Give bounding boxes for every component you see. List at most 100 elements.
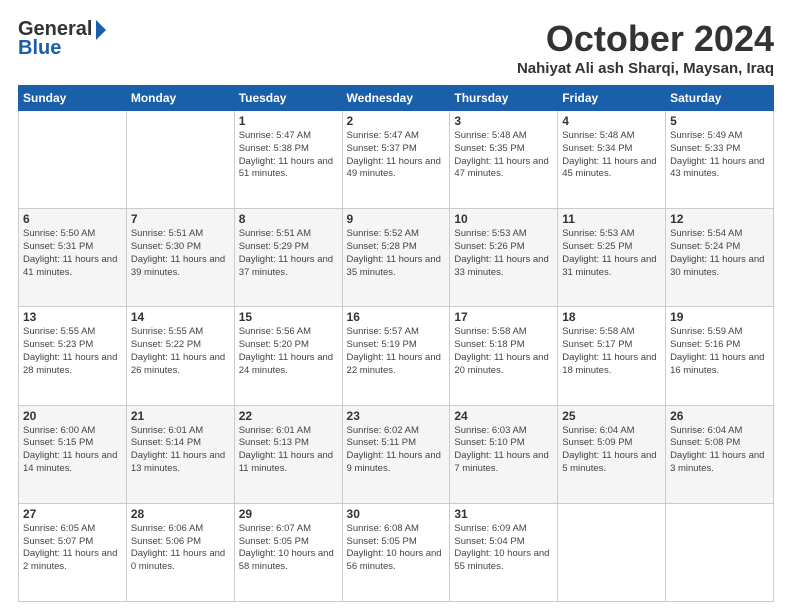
logo-arrow-icon: [96, 20, 106, 40]
day-number: 30: [347, 507, 446, 521]
col-wednesday: Wednesday: [342, 86, 450, 111]
cell-info: Sunrise: 6:04 AMSunset: 5:09 PMDaylight:…: [562, 425, 661, 476]
cell-info: Sunrise: 6:07 AMSunset: 5:05 PMDaylight:…: [239, 523, 338, 574]
calendar-cell: 21 Sunrise: 6:01 AMSunset: 5:14 PMDayligh…: [126, 405, 234, 503]
cell-info: Sunrise: 6:01 AMSunset: 5:13 PMDaylight:…: [239, 425, 338, 476]
cell-info: Sunrise: 5:58 AMSunset: 5:18 PMDaylight:…: [454, 326, 553, 377]
calendar-cell: 24 Sunrise: 6:03 AMSunset: 5:10 PMDayligh…: [450, 405, 558, 503]
calendar-cell: 16 Sunrise: 5:57 AMSunset: 5:19 PMDayligh…: [342, 307, 450, 405]
calendar-cell: 2Sunrise: 5:47 AMSunset: 5:37 PMDaylight…: [342, 111, 450, 209]
cell-info: Sunrise: 5:55 AMSunset: 5:22 PMDaylight:…: [131, 326, 230, 377]
calendar-cell: [19, 111, 127, 209]
logo: General Blue: [18, 18, 106, 60]
day-number: 21: [131, 409, 230, 423]
calendar-cell: 10 Sunrise: 5:53 AMSunset: 5:26 PMDayligh…: [450, 209, 558, 307]
calendar-cell: 4 Sunrise: 5:48 AMSunset: 5:34 PMDaylight…: [558, 111, 666, 209]
cell-info: Sunrise: 6:05 AMSunset: 5:07 PMDaylight:…: [23, 523, 122, 574]
cell-info: Sunrise: 6:01 AMSunset: 5:14 PMDaylight:…: [131, 425, 230, 476]
cell-info: Sunrise: 5:50 AMSunset: 5:31 PMDaylight:…: [23, 228, 122, 279]
cell-info: Sunrise: 6:02 AMSunset: 5:11 PMDaylight:…: [347, 425, 446, 476]
cell-info: Sunrise: 5:48 AMSunset: 5:34 PMDaylight:…: [562, 130, 661, 181]
calendar-cell: 12 Sunrise: 5:54 AMSunset: 5:24 PMDayligh…: [666, 209, 774, 307]
calendar-cell: 18Sunrise: 5:58 AMSunset: 5:17 PMDayligh…: [558, 307, 666, 405]
day-number: 4: [562, 114, 661, 128]
calendar-row-3: 13 Sunrise: 5:55 AMSunset: 5:23 PMDayligh…: [19, 307, 774, 405]
calendar-header-row: Sunday Monday Tuesday Wednesday Thursday…: [19, 86, 774, 111]
calendar-row-1: 1 Sunrise: 5:47 AMSunset: 5:38 PMDaylight…: [19, 111, 774, 209]
col-monday: Monday: [126, 86, 234, 111]
cell-info: Sunrise: 6:03 AMSunset: 5:10 PMDaylight:…: [454, 425, 553, 476]
calendar-cell: 3 Sunrise: 5:48 AMSunset: 5:35 PMDaylight…: [450, 111, 558, 209]
day-number: 8: [239, 212, 338, 226]
col-thursday: Thursday: [450, 86, 558, 111]
cell-info: Sunrise: 5:51 AMSunset: 5:29 PMDaylight:…: [239, 228, 338, 279]
cell-info: Sunrise: 6:06 AMSunset: 5:06 PMDaylight:…: [131, 523, 230, 574]
day-number: 3: [454, 114, 553, 128]
day-number: 28: [131, 507, 230, 521]
calendar-cell: 25Sunrise: 6:04 AMSunset: 5:09 PMDayligh…: [558, 405, 666, 503]
calendar-row-4: 20 Sunrise: 6:00 AMSunset: 5:15 PMDayligh…: [19, 405, 774, 503]
day-number: 12: [670, 212, 769, 226]
calendar-cell: 26 Sunrise: 6:04 AMSunset: 5:08 PMDayligh…: [666, 405, 774, 503]
calendar-cell: 17 Sunrise: 5:58 AMSunset: 5:18 PMDayligh…: [450, 307, 558, 405]
cell-info: Sunrise: 5:57 AMSunset: 5:19 PMDaylight:…: [347, 326, 446, 377]
logo-blue: Blue: [18, 37, 61, 60]
day-number: 17: [454, 310, 553, 324]
day-number: 27: [23, 507, 122, 521]
col-tuesday: Tuesday: [234, 86, 342, 111]
month-title: October 2024: [517, 18, 774, 60]
calendar-cell: 29Sunrise: 6:07 AMSunset: 5:05 PMDayligh…: [234, 503, 342, 601]
calendar-cell: 23 Sunrise: 6:02 AMSunset: 5:11 PMDayligh…: [342, 405, 450, 503]
col-saturday: Saturday: [666, 86, 774, 111]
day-number: 10: [454, 212, 553, 226]
location-title: Nahiyat Ali ash Sharqi, Maysan, Iraq: [517, 60, 774, 77]
cell-info: Sunrise: 5:54 AMSunset: 5:24 PMDaylight:…: [670, 228, 769, 279]
day-number: 31: [454, 507, 553, 521]
calendar-cell: 31 Sunrise: 6:09 AMSunset: 5:04 PMDayligh…: [450, 503, 558, 601]
day-number: 1: [239, 114, 338, 128]
cell-info: Sunrise: 6:04 AMSunset: 5:08 PMDaylight:…: [670, 425, 769, 476]
calendar-cell: 7Sunrise: 5:51 AMSunset: 5:30 PMDaylight…: [126, 209, 234, 307]
cell-info: Sunrise: 6:00 AMSunset: 5:15 PMDaylight:…: [23, 425, 122, 476]
calendar-cell: 19 Sunrise: 5:59 AMSunset: 5:16 PMDayligh…: [666, 307, 774, 405]
cell-info: Sunrise: 5:59 AMSunset: 5:16 PMDaylight:…: [670, 326, 769, 377]
calendar-cell: 20 Sunrise: 6:00 AMSunset: 5:15 PMDayligh…: [19, 405, 127, 503]
cell-info: Sunrise: 5:53 AMSunset: 5:25 PMDaylight:…: [562, 228, 661, 279]
calendar-cell: 14 Sunrise: 5:55 AMSunset: 5:22 PMDayligh…: [126, 307, 234, 405]
day-number: 19: [670, 310, 769, 324]
calendar-row-5: 27 Sunrise: 6:05 AMSunset: 5:07 PMDayligh…: [19, 503, 774, 601]
day-number: 23: [347, 409, 446, 423]
cell-info: Sunrise: 6:08 AMSunset: 5:05 PMDaylight:…: [347, 523, 446, 574]
day-number: 9: [347, 212, 446, 226]
day-number: 22: [239, 409, 338, 423]
day-number: 13: [23, 310, 122, 324]
cell-info: Sunrise: 5:47 AMSunset: 5:38 PMDaylight:…: [239, 130, 338, 181]
cell-info: Sunrise: 5:55 AMSunset: 5:23 PMDaylight:…: [23, 326, 122, 377]
cell-info: Sunrise: 5:48 AMSunset: 5:35 PMDaylight:…: [454, 130, 553, 181]
cell-info: Sunrise: 5:49 AMSunset: 5:33 PMDaylight:…: [670, 130, 769, 181]
calendar-cell: 13 Sunrise: 5:55 AMSunset: 5:23 PMDayligh…: [19, 307, 127, 405]
day-number: 5: [670, 114, 769, 128]
day-number: 7: [131, 212, 230, 226]
calendar-cell: 9Sunrise: 5:52 AMSunset: 5:28 PMDaylight…: [342, 209, 450, 307]
calendar-cell: 5 Sunrise: 5:49 AMSunset: 5:33 PMDaylight…: [666, 111, 774, 209]
cell-info: Sunrise: 5:58 AMSunset: 5:17 PMDaylight:…: [562, 326, 661, 377]
col-sunday: Sunday: [19, 86, 127, 111]
col-friday: Friday: [558, 86, 666, 111]
cell-info: Sunrise: 5:53 AMSunset: 5:26 PMDaylight:…: [454, 228, 553, 279]
day-number: 6: [23, 212, 122, 226]
day-number: 24: [454, 409, 553, 423]
calendar-cell: 27 Sunrise: 6:05 AMSunset: 5:07 PMDayligh…: [19, 503, 127, 601]
day-number: 14: [131, 310, 230, 324]
day-number: 15: [239, 310, 338, 324]
cell-info: Sunrise: 5:56 AMSunset: 5:20 PMDaylight:…: [239, 326, 338, 377]
calendar-cell: 28 Sunrise: 6:06 AMSunset: 5:06 PMDayligh…: [126, 503, 234, 601]
calendar-cell: [558, 503, 666, 601]
header: General Blue October 2024 Nahiyat Ali as…: [18, 18, 774, 77]
calendar-table: Sunday Monday Tuesday Wednesday Thursday…: [18, 85, 774, 602]
day-number: 20: [23, 409, 122, 423]
cell-info: Sunrise: 6:09 AMSunset: 5:04 PMDaylight:…: [454, 523, 553, 574]
day-number: 26: [670, 409, 769, 423]
calendar-cell: 11Sunrise: 5:53 AMSunset: 5:25 PMDayligh…: [558, 209, 666, 307]
day-number: 16: [347, 310, 446, 324]
